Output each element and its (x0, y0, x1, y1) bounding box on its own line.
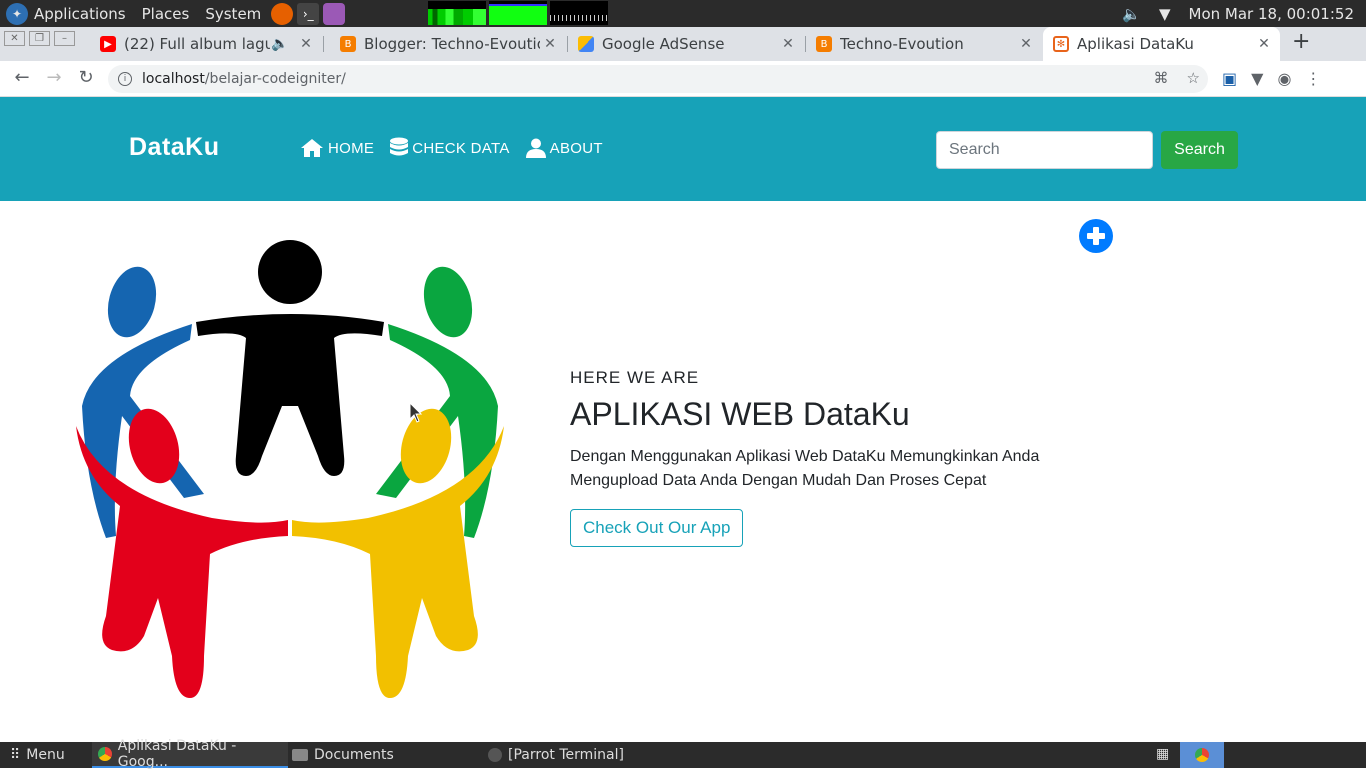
tab-youtube[interactable]: ▶ (22) Full album lagu religi 🔈 ✕ (90, 27, 324, 61)
applications-menu[interactable]: Applications (34, 5, 126, 23)
nav-check-data[interactable]: CHECK DATA (390, 137, 509, 159)
cpu-graph (428, 1, 486, 25)
close-window-icon[interactable]: ✕ (4, 31, 25, 46)
terminal-icon[interactable]: ›_ (297, 2, 320, 25)
new-tab-button[interactable]: + (1292, 29, 1310, 54)
database-icon (390, 137, 409, 156)
plus-icon (1087, 227, 1105, 245)
browser-tab-strip: ✕ ❐ – ▶ (22) Full album lagu religi 🔈 ✕ … (0, 27, 1366, 61)
forward-icon[interactable]: → (42, 67, 66, 88)
places-menu[interactable]: Places (142, 5, 190, 23)
hero-description: Dengan Menggunakan Aplikasi Web DataKu M… (570, 448, 1040, 489)
profile-avatar-icon[interactable]: ◉ (1277, 69, 1291, 88)
hero-section: HERE WE ARE APLIKASI WEB DataKu Dengan M… (570, 368, 1090, 547)
codeigniter-icon: ✻ (1053, 36, 1069, 52)
tab-aplikasi-dataku[interactable]: ✻ Aplikasi DataKu ✕ (1043, 27, 1280, 61)
nav-about[interactable]: ABOUT (525, 137, 603, 159)
speaker-icon[interactable]: 🔈 (270, 36, 290, 52)
wifi-icon[interactable]: ▼ (1159, 5, 1171, 23)
black-person-figure (196, 240, 384, 476)
close-icon[interactable]: ✕ (778, 36, 798, 52)
taskbar-menu-button[interactable]: ⠿ Menu (10, 742, 65, 768)
blogger-icon: B (816, 36, 832, 52)
reload-icon[interactable]: ↻ (74, 67, 98, 88)
site-brand[interactable]: DataKu (129, 133, 220, 162)
taskbar-item-chrome[interactable]: Aplikasi DataKu - Goog... (92, 738, 288, 770)
search-button[interactable]: Search (1161, 131, 1238, 169)
workspace-chrome-icon[interactable] (1180, 742, 1224, 768)
hero-title: APLIKASI WEB DataKu (570, 396, 910, 432)
translate-icon[interactable]: ⌘ (1154, 69, 1169, 87)
tab-techno-evoution[interactable]: B Techno-Evoution ✕ (806, 27, 1042, 61)
nav-home[interactable]: HOME (300, 137, 374, 159)
back-icon[interactable]: ← (10, 67, 34, 88)
people-circle-illustration (76, 240, 504, 698)
minimize-window-icon[interactable]: – (54, 31, 75, 46)
terminal-icon (488, 748, 502, 762)
blogger-icon: B (340, 36, 356, 52)
volume-icon[interactable]: 🔈 (1122, 5, 1141, 23)
system-top-bar: ✦ Applications Places System ›_ 🔈 ▼ Mon … (0, 0, 1366, 27)
close-icon[interactable]: ✕ (1016, 36, 1036, 52)
user-icon (525, 138, 546, 158)
firefox-icon[interactable] (271, 2, 294, 25)
taskbar-item-terminal[interactable]: [Parrot Terminal] (488, 742, 624, 768)
adsense-icon (578, 36, 594, 52)
grid-menu-icon: ⠿ (10, 747, 21, 763)
system-menu[interactable]: System (205, 5, 261, 23)
youtube-icon: ▶ (100, 36, 116, 52)
folder-icon (292, 749, 308, 761)
extension-icon[interactable]: ▣ (1222, 69, 1237, 88)
system-monitor-graphs (428, 1, 608, 25)
network-graph (550, 1, 608, 25)
address-bar[interactable]: i localhost/belajar-codeigniter/ ⌘ ☆ (108, 65, 1208, 93)
memory-graph (489, 1, 547, 25)
tab-blogger[interactable]: B Blogger: Techno-Evoution ✕ (330, 27, 568, 61)
tab-adsense[interactable]: Google AdSense ✕ (568, 27, 806, 61)
clock[interactable]: Mon Mar 18, 00:01:52 (1189, 5, 1354, 23)
close-icon[interactable]: ✕ (1254, 36, 1274, 52)
close-icon[interactable]: ✕ (296, 36, 316, 52)
search-input[interactable] (936, 131, 1153, 169)
chrome-icon (98, 747, 112, 761)
parrot-logo-icon[interactable]: ✦ (6, 2, 28, 25)
bookmark-star-icon[interactable]: ☆ (1187, 69, 1200, 87)
taskbar: ⠿ Menu Aplikasi DataKu - Goog... Documen… (0, 738, 1366, 770)
hero-kicker: HERE WE ARE (570, 368, 700, 387)
add-button[interactable] (1079, 219, 1113, 253)
more-menu-icon[interactable]: ⋮ (1305, 69, 1321, 88)
browser-toolbar: ← → ↻ i localhost/belajar-codeigniter/ ⌘… (0, 61, 1366, 97)
url-path: /belajar-codeigniter/ (204, 71, 346, 87)
url-host: localhost (142, 71, 205, 87)
workspace-switcher-icon[interactable]: ▦ (1156, 746, 1169, 762)
home-icon (301, 139, 323, 157)
site-navbar: DataKu HOME CHECK DATA ABOUT Search (0, 97, 1366, 201)
close-icon[interactable]: ✕ (540, 36, 560, 52)
mouse-cursor-icon (409, 402, 423, 423)
site-nav-links: HOME CHECK DATA ABOUT (300, 137, 603, 159)
info-icon[interactable]: i (118, 72, 132, 86)
taskbar-item-documents[interactable]: Documents (292, 742, 394, 768)
text-editor-icon[interactable] (323, 2, 346, 25)
restore-window-icon[interactable]: ❐ (29, 31, 50, 46)
vpn-extension-icon[interactable]: ▼ (1251, 69, 1263, 88)
check-out-app-button[interactable]: Check Out Our App (570, 509, 744, 547)
